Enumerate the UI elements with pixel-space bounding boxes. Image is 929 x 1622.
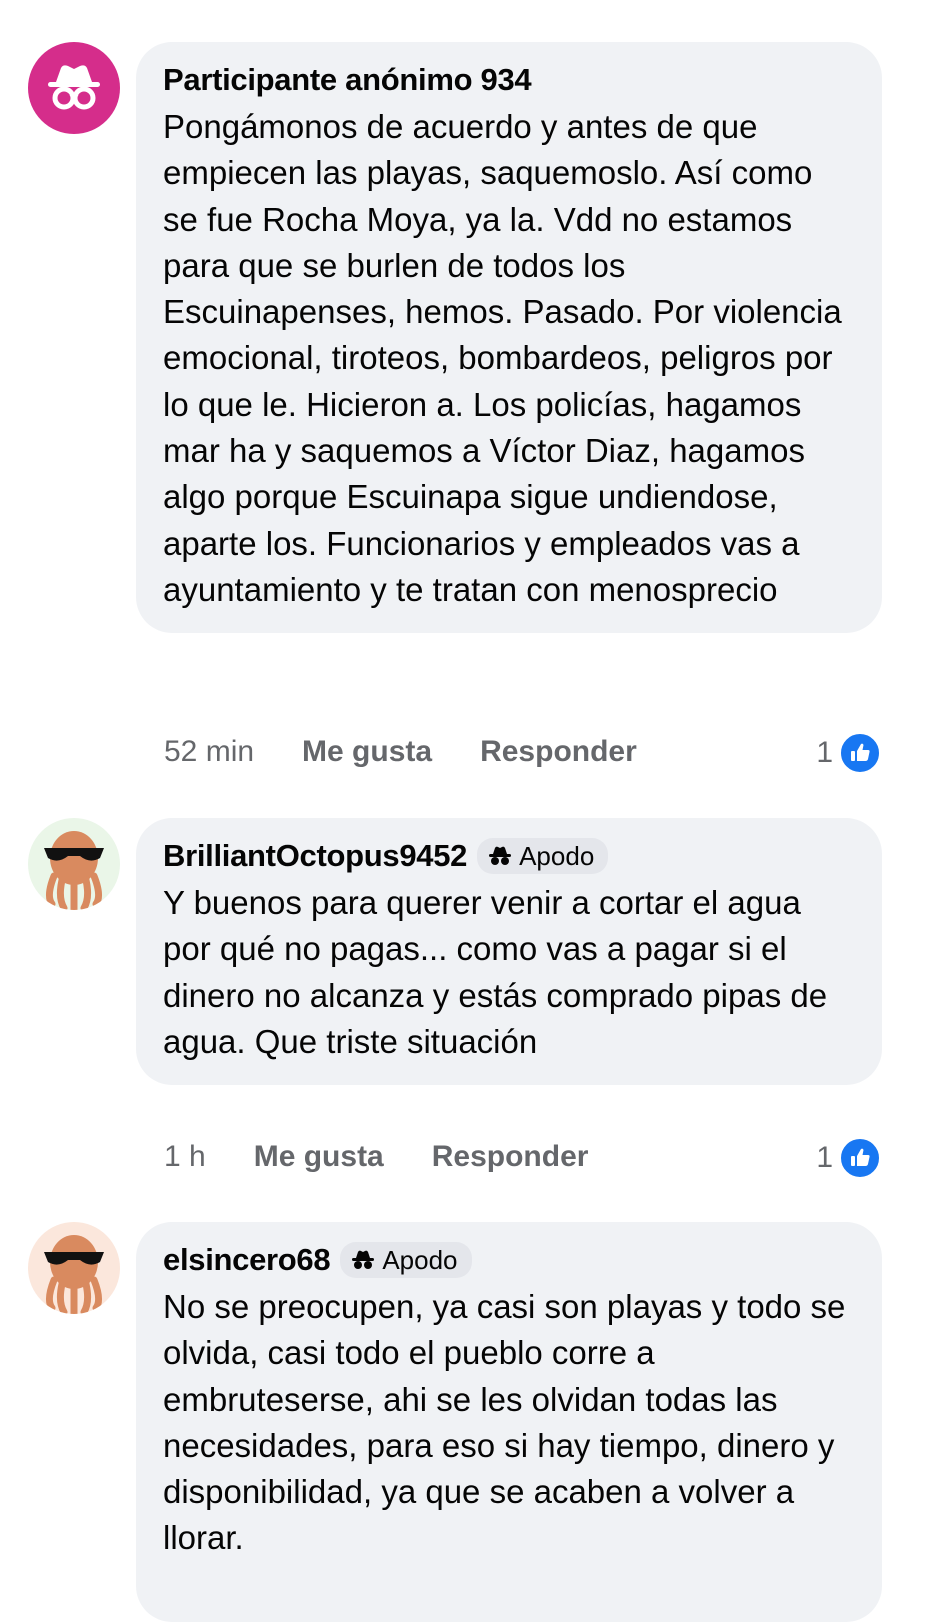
comment-time[interactable]: 52 min	[164, 735, 254, 769]
nickname-badge: Apodo	[477, 838, 609, 874]
reaction-summary[interactable]: 1	[816, 732, 881, 774]
reply-button[interactable]: Responder	[432, 1140, 589, 1174]
incognito-icon	[352, 1250, 375, 1269]
comment-author[interactable]: elsincero68	[163, 1242, 331, 1278]
reaction-summary[interactable]: 1	[816, 1137, 881, 1179]
comment-author[interactable]: Participante anónimo 934	[163, 62, 532, 98]
reply-button[interactable]: Responder	[480, 735, 637, 769]
comment-bubble: BrilliantOctopus9452 Apodo Y buenos para…	[136, 818, 882, 1086]
badge-label: Apodo	[519, 840, 595, 871]
comment-bubble: Participante anónimo 934 Pongámonos de a…	[136, 42, 882, 634]
incognito-icon	[489, 846, 512, 865]
comment-author[interactable]: BrilliantOctopus9452	[163, 838, 467, 874]
thumbs-up-icon	[839, 732, 881, 774]
octopus-avatar-icon[interactable]	[28, 1222, 120, 1314]
comment-text: Pongámonos de acuerdo y antes de que emp…	[163, 108, 842, 608]
thumbs-up-icon	[839, 1137, 881, 1179]
like-button[interactable]: Me gusta	[254, 1140, 384, 1174]
like-button[interactable]: Me gusta	[302, 735, 432, 769]
reaction-count: 1	[816, 736, 833, 769]
comment-actions: 52 min Me gusta Responder 1	[164, 730, 881, 774]
comment-text: Y buenos para querer venir a cortar el a…	[163, 884, 828, 1060]
octopus-avatar-icon[interactable]	[28, 818, 120, 910]
comment-actions: 1 h Me gusta Responder 1	[164, 1135, 881, 1179]
anonymous-avatar-icon[interactable]	[28, 42, 120, 134]
reaction-count: 1	[816, 1141, 833, 1174]
badge-label: Apodo	[382, 1244, 458, 1275]
comment-time[interactable]: 1 h	[164, 1140, 206, 1174]
comment-text: No se preocupen, ya casi son playas y to…	[163, 1288, 846, 1557]
comment-bubble: elsincero68 Apodo No se preocupen, ya ca…	[136, 1222, 882, 1622]
nickname-badge: Apodo	[340, 1242, 472, 1278]
